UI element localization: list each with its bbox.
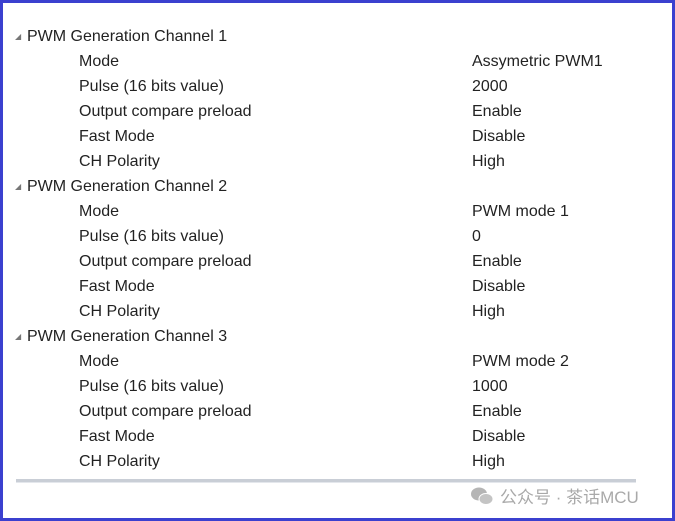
property-value[interactable]: PWM mode 1 [472,199,569,224]
property-row[interactable]: Pulse (16 bits value) 1000 [0,374,675,399]
property-row[interactable]: Output compare preload Enable [0,249,675,274]
property-label: Pulse (16 bits value) [79,378,224,395]
property-value[interactable]: PWM mode 2 [472,349,569,374]
property-row[interactable]: Fast Mode Disable [0,424,675,449]
property-label: CH Polarity [79,303,160,320]
collapse-triangle-icon[interactable]: ◢ [15,24,21,49]
property-value[interactable]: High [472,149,505,174]
property-row[interactable]: Mode PWM mode 2 [0,349,675,374]
property-row[interactable]: Mode PWM mode 1 [0,199,675,224]
property-label: Fast Mode [79,128,155,145]
property-label: Pulse (16 bits value) [79,78,224,95]
watermark: 公众号 · 茶话MCU [470,483,639,508]
group-title: PWM Generation Channel 3 [27,328,228,345]
group-title: PWM Generation Channel 2 [27,178,228,195]
property-label: Mode [79,353,120,370]
group-header[interactable]: ◢ PWM Generation Channel 3 [0,324,675,349]
property-row[interactable]: Mode Assymetric PWM1 [0,49,675,74]
property-row[interactable]: Output compare preload Enable [0,99,675,124]
property-value[interactable]: High [472,449,505,474]
property-label: Output compare preload [79,253,252,270]
property-value[interactable]: Enable [472,249,522,274]
property-label: Output compare preload [79,403,252,420]
property-value[interactable]: High [472,299,505,324]
property-row[interactable]: Fast Mode Disable [0,274,675,299]
property-label: Mode [79,53,120,70]
property-row[interactable]: Pulse (16 bits value) 2000 [0,74,675,99]
property-value[interactable]: Assymetric PWM1 [472,49,603,74]
property-row[interactable]: CH Polarity High [0,149,675,174]
collapse-triangle-icon[interactable]: ◢ [15,324,21,349]
wechat-icon [471,487,494,505]
property-label: Fast Mode [79,428,155,445]
property-label: CH Polarity [79,153,160,170]
property-value[interactable]: Disable [472,424,525,449]
property-value[interactable]: Disable [472,124,525,149]
property-row[interactable]: Output compare preload Enable [0,399,675,424]
collapse-triangle-icon[interactable]: ◢ [15,174,21,199]
property-tree: ◢ PWM Generation Channel 1 Mode Assymetric … [0,24,675,474]
group-header[interactable]: ◢ PWM Generation Channel 1 [0,24,675,49]
property-value[interactable]: 0 [472,224,481,249]
property-row[interactable]: CH Polarity High [0,449,675,474]
property-value[interactable]: Disable [472,274,525,299]
property-row[interactable]: CH Polarity High [0,299,675,324]
watermark-text: 公众号 · 茶话MCU [500,488,639,507]
property-label: Pulse (16 bits value) [79,228,224,245]
property-row[interactable]: Fast Mode Disable [0,124,675,149]
property-label: CH Polarity [79,453,160,470]
property-label: Mode [79,203,120,220]
property-value[interactable]: Enable [472,399,522,424]
property-row[interactable]: Pulse (16 bits value) 0 [0,224,675,249]
property-label: Output compare preload [79,103,252,120]
group-header[interactable]: ◢ PWM Generation Channel 2 [0,174,675,199]
property-label: Fast Mode [79,278,155,295]
property-value[interactable]: 2000 [472,74,508,99]
property-value[interactable]: 1000 [472,374,508,399]
property-value[interactable]: Enable [472,99,522,124]
group-title: PWM Generation Channel 1 [27,28,228,45]
